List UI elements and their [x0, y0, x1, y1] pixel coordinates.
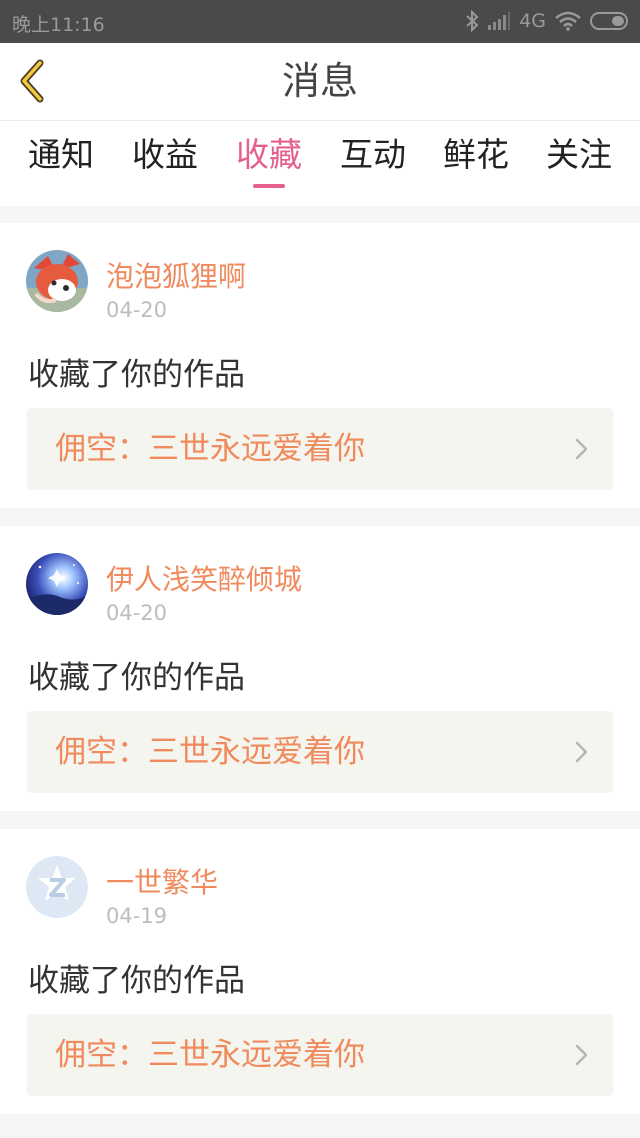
back-arrow-icon: [20, 59, 44, 103]
username[interactable]: 泡泡狐狸啊: [106, 255, 246, 295]
default-avatar-icon: [26, 856, 88, 918]
status-bar: 晚上11:16 4G: [0, 0, 640, 43]
network-type: 4G: [519, 10, 546, 32]
tab-favorites-label: 收藏: [236, 135, 302, 174]
work-link[interactable]: 佣空：三世永远爱着你: [27, 408, 613, 490]
page-title: 消息: [281, 59, 358, 103]
tab-follows[interactable]: 关注: [526, 121, 632, 207]
action-text: 收藏了你的作品: [28, 660, 245, 696]
tab-interactions[interactable]: 互动: [320, 121, 426, 207]
bluetooth-icon: [466, 10, 479, 32]
status-icons: 4G: [465, 8, 630, 34]
back-button[interactable]: [12, 57, 56, 105]
tab-earnings[interactable]: 收益: [112, 121, 218, 207]
tab-flowers[interactable]: 鲜花: [423, 121, 529, 207]
chevron-right-icon: [575, 438, 588, 460]
action-text: 收藏了你的作品: [28, 963, 245, 999]
message-card: 伊人浅笑醉倾城 04-20 收藏了你的作品 佣空：三世永远爱着你: [0, 526, 640, 811]
message-card: 泡泡狐狸啊 04-20 收藏了你的作品 佣空：三世永远爱着你: [0, 223, 640, 508]
wifi-icon: [555, 11, 581, 31]
night-sky-avatar-icon: [26, 553, 88, 615]
status-time: 晚上11:16: [12, 14, 105, 36]
action-text: 收藏了你的作品: [28, 357, 245, 393]
message-date: 04-20: [106, 601, 168, 625]
avatar[interactable]: [26, 856, 88, 918]
avatar[interactable]: [26, 553, 88, 615]
work-link[interactable]: 佣空：三世永远爱着你: [27, 1014, 613, 1096]
active-tab-indicator: [253, 184, 285, 188]
avatar[interactable]: [26, 250, 88, 312]
tab-favorites[interactable]: 收藏: [216, 121, 322, 207]
message-date: 04-20: [106, 298, 168, 322]
battery-icon: [590, 12, 628, 30]
work-title: 佣空：三世永远爱着你: [55, 734, 365, 770]
fox-avatar-icon: [26, 250, 88, 312]
tab-notifications[interactable]: 通知: [8, 121, 114, 207]
message-card: 一世繁华 04-19 收藏了你的作品 佣空：三世永远爱着你: [0, 829, 640, 1114]
work-title: 佣空：三世永远爱着你: [55, 431, 365, 467]
username[interactable]: 一世繁华: [106, 861, 218, 901]
message-date: 04-19: [106, 904, 168, 928]
work-link[interactable]: 佣空：三世永远爱着你: [27, 711, 613, 793]
tab-bar: 通知 收益 收藏 互动 鲜花 关注: [0, 120, 640, 206]
header: 消息: [0, 43, 640, 120]
signal-icon: [488, 12, 511, 30]
work-title: 佣空：三世永远爱着你: [55, 1037, 365, 1073]
chevron-right-icon: [575, 741, 588, 763]
chevron-right-icon: [575, 1044, 588, 1066]
username[interactable]: 伊人浅笑醉倾城: [106, 558, 302, 598]
